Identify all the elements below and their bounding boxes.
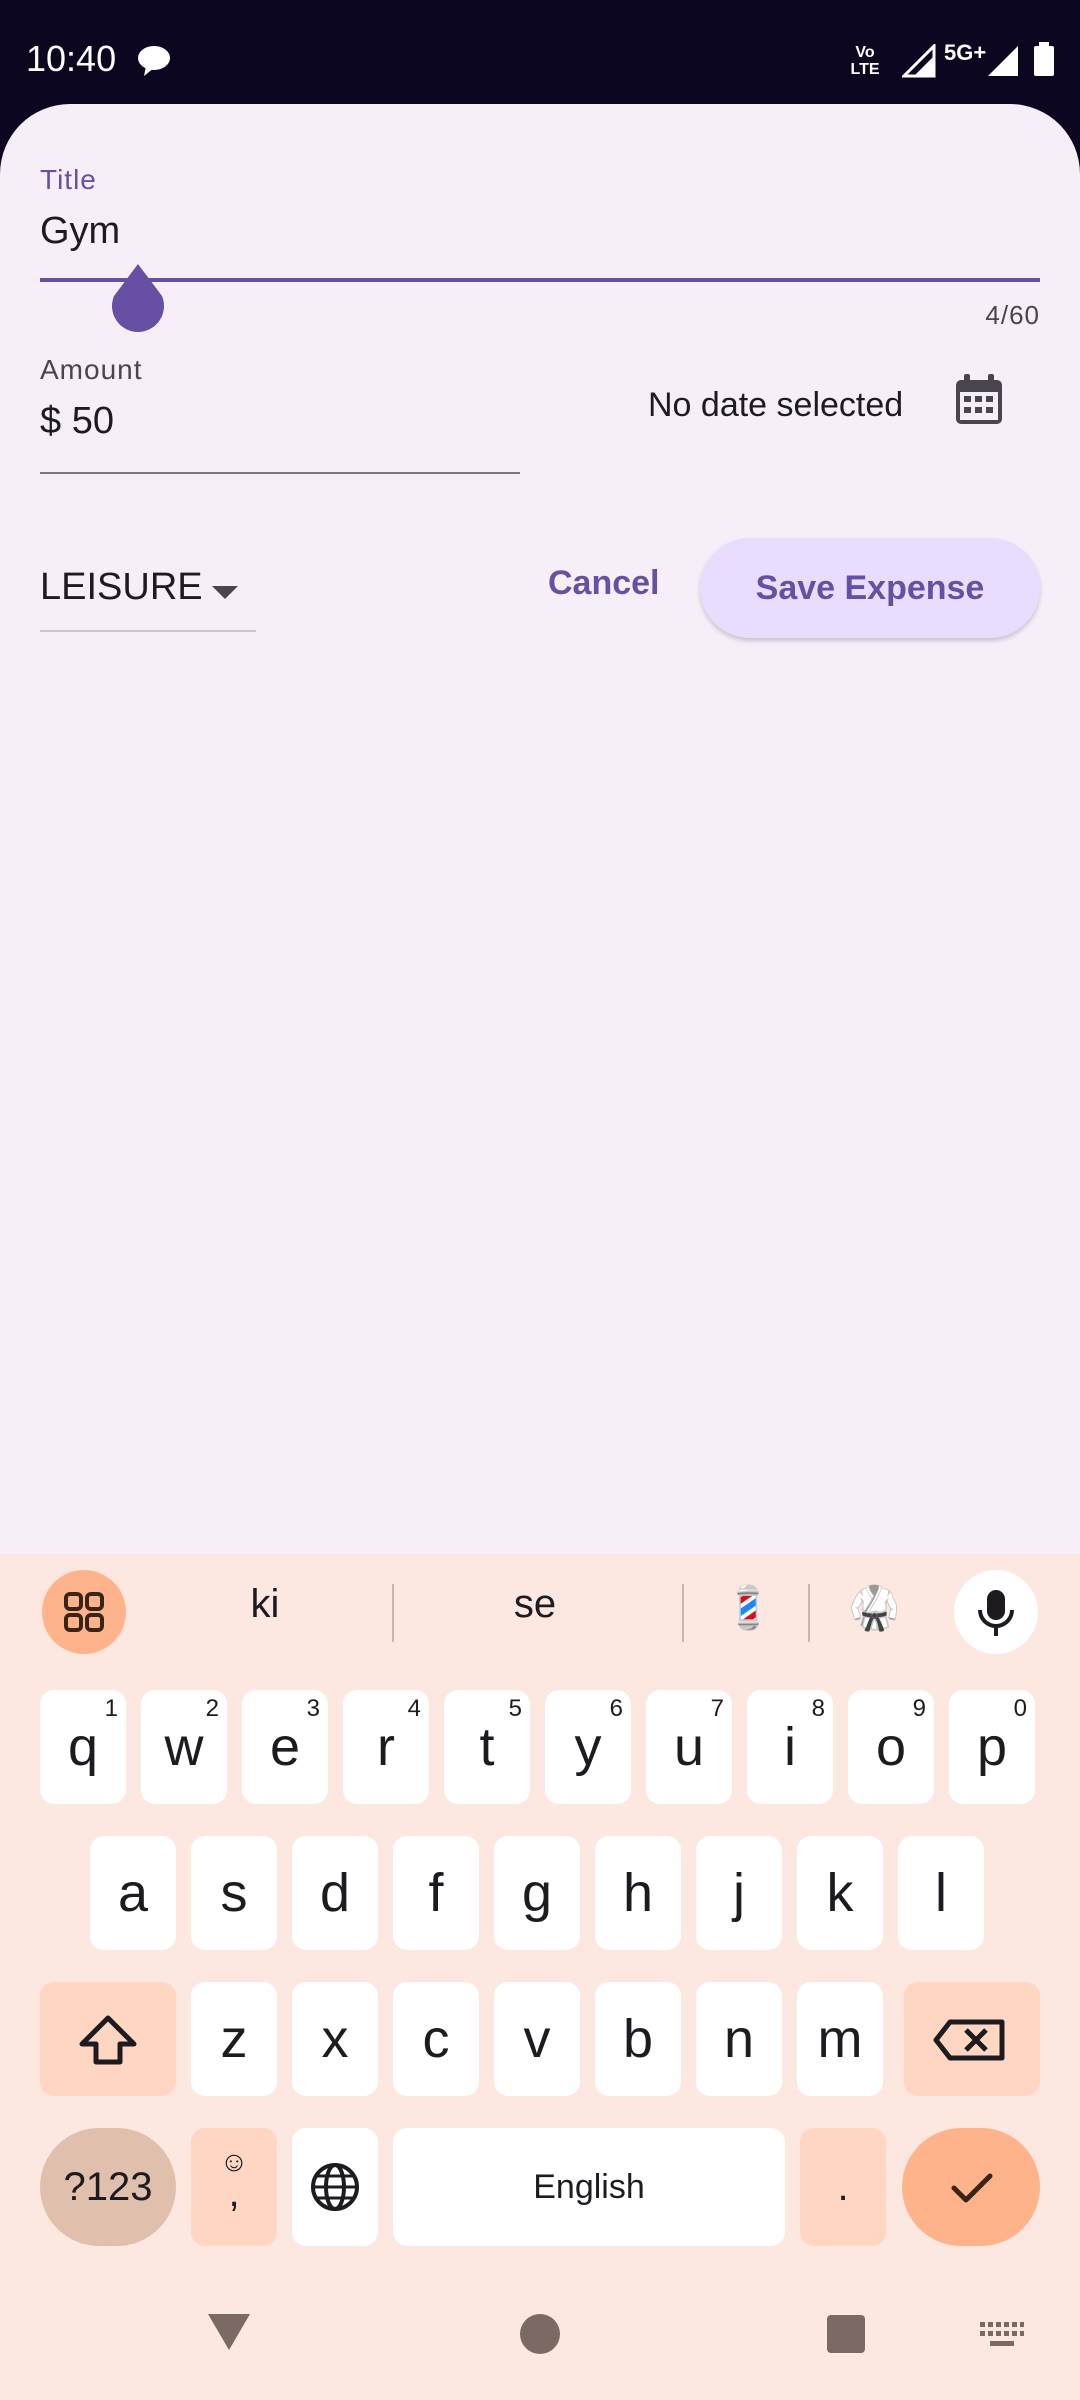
suggestion-divider	[392, 1584, 394, 1642]
period-key[interactable]: .	[800, 2128, 886, 2246]
key-label: y	[574, 1717, 602, 1777]
keyboard-apps-button[interactable]	[42, 1570, 126, 1654]
checkmark-icon	[951, 2173, 993, 2203]
key-f[interactable]: f	[393, 1836, 479, 1950]
amount-field-label: Amount	[40, 354, 143, 385]
key-r[interactable]: r4	[343, 1690, 429, 1804]
recents-nav-icon[interactable]	[826, 2314, 866, 2354]
key-e[interactable]: e3	[242, 1690, 328, 1804]
backspace-icon	[933, 2019, 1005, 2061]
chat-bubble-icon	[138, 46, 170, 76]
category-dropdown[interactable]: LEISURE	[40, 560, 256, 632]
back-nav-icon[interactable]	[206, 2312, 252, 2352]
suggestion-divider	[808, 1584, 810, 1642]
comma-label: ,	[228, 2171, 240, 2215]
key-q[interactable]: q1	[40, 1690, 126, 1804]
key-label: r	[377, 1717, 395, 1777]
amount-input[interactable]: $ 50	[40, 400, 114, 443]
backspace-key[interactable]	[904, 1982, 1040, 2096]
key-d[interactable]: d	[292, 1836, 378, 1950]
key-x[interactable]: x	[292, 1982, 378, 2096]
key-hint: 4	[407, 1695, 421, 1722]
microphone-icon	[978, 1590, 1014, 1636]
home-nav-icon[interactable]	[518, 2312, 562, 2356]
status-bar: 10:40 Vo LTE 5G+	[0, 0, 1080, 110]
network-type: 5G+	[944, 40, 987, 65]
language-key[interactable]	[292, 2128, 378, 2246]
symbols-key[interactable]: ?123	[40, 2128, 176, 2246]
key-hint: 1	[104, 1695, 118, 1722]
shift-icon	[79, 2015, 137, 2065]
key-p[interactable]: p0	[949, 1690, 1035, 1804]
status-time: 10:40	[26, 38, 117, 79]
key-label: t	[479, 1717, 495, 1777]
dropdown-arrow-icon	[212, 586, 238, 599]
key-label: o	[875, 1717, 907, 1777]
signal-icon	[902, 44, 936, 78]
key-hint: 6	[609, 1695, 623, 1722]
navigation-bar	[0, 2274, 1080, 2400]
key-u[interactable]: u7	[646, 1690, 732, 1804]
suggestion-divider	[682, 1584, 684, 1642]
title-input-underline	[40, 278, 1040, 282]
battery-icon	[1034, 42, 1054, 76]
key-m[interactable]: m	[797, 1982, 883, 2096]
globe-icon	[311, 2163, 359, 2211]
key-label: p	[976, 1717, 1008, 1777]
space-bar[interactable]: English	[393, 2128, 785, 2246]
volte-indicator: Vo LTE	[850, 44, 880, 78]
category-selected-value: LEISURE	[40, 566, 203, 608]
key-hint: 3	[306, 1695, 320, 1722]
text-cursor-handle[interactable]	[110, 264, 166, 334]
date-status-text: No date selected	[648, 386, 904, 424]
key-j[interactable]: j	[696, 1836, 782, 1950]
suggestion-1[interactable]: ki	[220, 1582, 310, 1627]
key-l[interactable]: l	[898, 1836, 984, 1950]
amount-input-underline	[40, 472, 520, 474]
key-o[interactable]: o9	[848, 1690, 934, 1804]
key-w[interactable]: w2	[141, 1690, 227, 1804]
new-expense-sheet: Title Gym 4/60 Amount $ 50 No date selec…	[0, 104, 1080, 1554]
key-a[interactable]: a	[90, 1836, 176, 1950]
key-i[interactable]: i8	[747, 1690, 833, 1804]
title-field-label: Title	[40, 164, 97, 195]
key-n[interactable]: n	[696, 1982, 782, 2096]
key-hint: 9	[912, 1695, 926, 1722]
key-k[interactable]: k	[797, 1836, 883, 1950]
key-b[interactable]: b	[595, 1982, 681, 2096]
key-z[interactable]: z	[191, 1982, 277, 2096]
calendar-icon[interactable]	[954, 374, 1004, 426]
emoji-suggestion-2[interactable]: 🥋	[848, 1584, 900, 1633]
key-hint: 2	[205, 1695, 219, 1722]
suggestion-2[interactable]: se	[490, 1582, 580, 1627]
keyboard-switch-icon[interactable]	[980, 2322, 1024, 2348]
key-h[interactable]: h	[595, 1836, 681, 1950]
key-label: w	[164, 1717, 204, 1777]
enter-key[interactable]	[902, 2128, 1040, 2246]
signal-full-icon	[988, 46, 1018, 76]
key-label: e	[269, 1717, 301, 1777]
key-hint: 5	[508, 1695, 522, 1722]
key-s[interactable]: s	[191, 1836, 277, 1950]
cancel-button[interactable]: Cancel	[548, 564, 660, 603]
key-label: u	[673, 1717, 705, 1777]
emoji-comma-key[interactable]: ☺ ,	[191, 2128, 277, 2246]
shift-key[interactable]	[40, 1982, 176, 2096]
grid-icon	[64, 1592, 104, 1632]
key-label: q	[67, 1717, 99, 1777]
emoji-suggestion-1[interactable]: 💈	[722, 1584, 774, 1633]
key-label: i	[784, 1717, 796, 1777]
key-hint: 7	[710, 1695, 724, 1722]
key-hint: 0	[1013, 1695, 1027, 1722]
key-hint: 8	[811, 1695, 825, 1722]
title-input[interactable]: Gym	[40, 210, 120, 253]
key-v[interactable]: v	[494, 1982, 580, 2096]
key-g[interactable]: g	[494, 1836, 580, 1950]
key-t[interactable]: t5	[444, 1690, 530, 1804]
key-y[interactable]: y6	[545, 1690, 631, 1804]
key-c[interactable]: c	[393, 1982, 479, 2096]
title-char-counter: 4/60	[985, 300, 1040, 330]
save-expense-button[interactable]: Save Expense	[700, 538, 1040, 638]
voice-input-button[interactable]	[954, 1570, 1038, 1654]
